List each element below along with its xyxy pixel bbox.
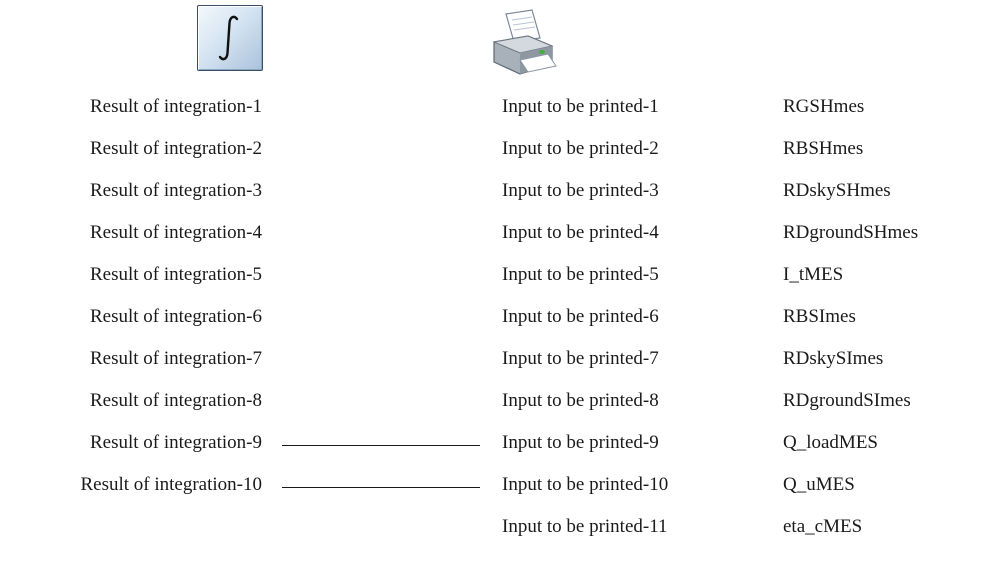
printer-input-label: Input to be printed-4: [502, 222, 659, 243]
variable-name: I_tMES: [783, 264, 844, 285]
printer-input-label: Input to be printed-2: [502, 138, 659, 159]
variable-name: eta_cMES: [783, 516, 863, 537]
printer-input-label[interactable]: Input to be printed-9: [502, 431, 659, 455]
integration-output-label: Result of integration-2: [89, 138, 262, 159]
variable-name: RDskySHmes: [783, 180, 891, 201]
printer-input-label: Input to be printed-1: [502, 96, 659, 117]
printer-input-label: Input to be printed-5: [502, 264, 659, 285]
printer-input-label[interactable]: Input to be printed-10: [502, 473, 668, 497]
printer-input-label: Input to be printed-6: [502, 306, 659, 327]
variable-name: RBSImes: [783, 306, 856, 327]
integration-output-label: Result of integration-7: [89, 348, 262, 369]
printer-block[interactable]: [490, 8, 570, 78]
printer-input-label: Input to be printed-11: [502, 516, 668, 537]
printer-input-label: Input to be printed-3: [502, 180, 659, 201]
integration-output-label: Result of integration-5: [89, 264, 262, 285]
variable-name: RDskySImes: [783, 348, 884, 369]
variable-name: RGSHmes: [783, 96, 865, 117]
integration-output-label: Result of integration-4: [89, 222, 262, 243]
connection-wire[interactable]: [282, 487, 480, 488]
variable-name: RBSHmes: [783, 138, 864, 159]
variable-name: RDgroundSHmes: [783, 222, 919, 243]
variable-name: Q_loadMES: [783, 432, 878, 453]
connection-wire[interactable]: [282, 445, 480, 446]
integration-output-label: Result of integration-8: [89, 390, 262, 411]
integration-output-label[interactable]: Result of integration-9: [90, 431, 262, 455]
integration-output-label: Result of integration-3: [89, 180, 262, 201]
printer-input-label: Input to be printed-7: [502, 348, 659, 369]
integration-output-label: Result of integration-1: [89, 96, 262, 117]
integration-output-label[interactable]: Result of integration-10: [80, 473, 262, 497]
integrator-block[interactable]: [197, 5, 263, 71]
variable-name: RDgroundSImes: [783, 390, 911, 411]
printer-input-label: Input to be printed-8: [502, 390, 659, 411]
integration-output-label: Result of integration-6: [89, 306, 262, 327]
variable-name: Q_uMES: [783, 474, 855, 495]
printer-icon: [490, 9, 570, 82]
